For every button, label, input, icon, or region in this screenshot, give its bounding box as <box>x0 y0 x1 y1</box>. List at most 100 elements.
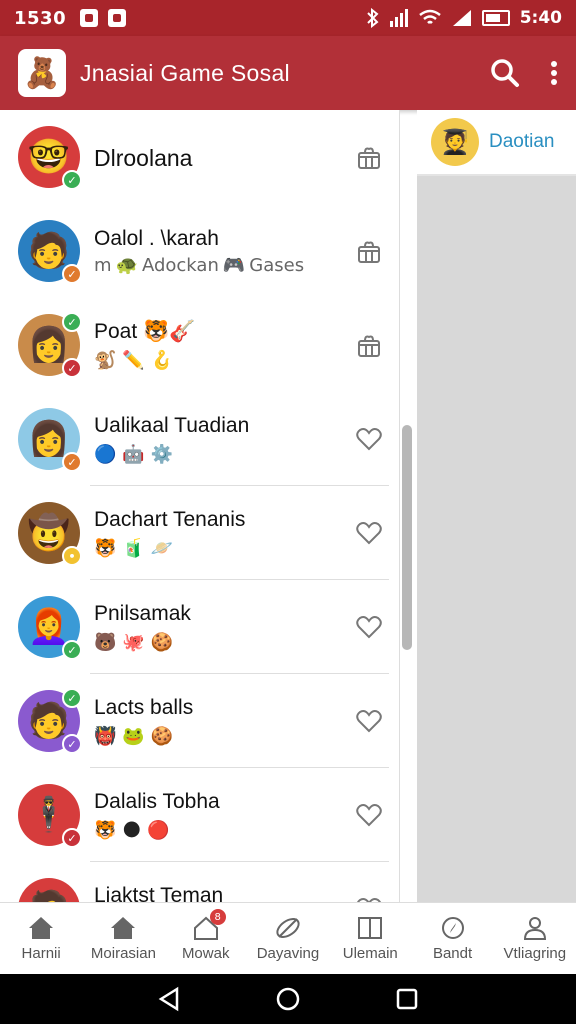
contact-name: Ualikaal Tuadian <box>94 413 250 437</box>
contact-name: Dlroolana <box>94 144 193 171</box>
search-icon[interactable] <box>490 58 520 88</box>
notification-icon <box>80 9 99 27</box>
game-tags: 🔵 🤖 ⚙️ <box>94 444 353 465</box>
camera-notification-icon <box>108 9 127 27</box>
rocket-icon <box>276 918 300 938</box>
tag-icon: ✏️ <box>122 349 145 371</box>
tag-icon: 🐒 <box>94 349 117 371</box>
book-icon <box>358 917 383 939</box>
verified-badge: ✓ <box>62 640 82 660</box>
contact-name: Poat 🐯🎸 <box>94 320 353 344</box>
more-vert-icon[interactable] <box>550 60 558 86</box>
name-emoji-icon: 🐯🎸 <box>143 319 196 343</box>
game-tags: 🐒 ✏️ 🪝 <box>94 350 353 371</box>
verified-badge: ✓ <box>62 688 82 708</box>
status-notification-icons <box>80 9 127 27</box>
heart-icon <box>356 522 382 545</box>
status-time: 1530 <box>14 7 67 29</box>
nav-item-mowak[interactable]: 8 Mowak <box>165 903 247 974</box>
tag-icon: 🐯 <box>94 537 117 559</box>
nav-item-dayaving[interactable]: Dayaving <box>247 903 329 974</box>
list-item[interactable]: 🕴️ ✓ Dalalis Tobha 🐯 🌑 🔴 <box>0 768 399 862</box>
favorite-button[interactable] <box>353 423 385 455</box>
status-badge: ✓ <box>62 828 82 848</box>
favorite-button[interactable] <box>353 705 385 737</box>
tag-icon: ⚙️ <box>150 443 174 465</box>
nav-label: Harnii <box>21 945 61 962</box>
avatar-emoji: 🕴️ <box>27 795 71 835</box>
favorite-button[interactable] <box>353 517 385 549</box>
avatar: 👩‍🦰 ✓ <box>18 596 82 660</box>
tag-icon: 🍪 <box>150 631 174 653</box>
heart-icon <box>356 804 382 827</box>
tag-icon: 🤖 <box>122 443 145 465</box>
gift-icon <box>358 147 380 169</box>
detail-header[interactable]: 🧑‍🎓 Daotian <box>417 110 576 176</box>
avatar-emoji: 🤠 <box>27 513 71 553</box>
game-tags: 🐯 🧃 🪐 <box>94 538 353 559</box>
favorite-button[interactable] <box>353 611 385 643</box>
list-item[interactable]: 🤠 • Dachart Tenanis 🐯 🧃 🪐 <box>0 486 399 580</box>
avatar: 🧑‍🎓 <box>431 118 479 166</box>
status-badge: • <box>62 546 82 566</box>
gift-button[interactable] <box>353 141 385 173</box>
avatar-emoji: 🧑 <box>28 889 70 902</box>
tag-icon: 🐸 <box>122 725 145 747</box>
nav-item-vtliagring[interactable]: Vtliagring <box>494 903 576 974</box>
verified-badge: ✓ <box>62 170 82 190</box>
gift-button[interactable] <box>353 329 385 361</box>
nav-label: Mowak <box>181 945 230 962</box>
app-title: Jnasiai Game Sosal <box>80 59 290 86</box>
turtle-icon: 🐢 <box>115 254 138 276</box>
home-icon <box>29 917 54 939</box>
recents-icon[interactable] <box>395 987 419 1011</box>
contact-list: 🤓 ✓ Dlroolana 🧑 ✓ Oalol . \karah m 🐢 Ado… <box>0 110 400 902</box>
subtitle-tag: Adockan <box>141 254 219 276</box>
back-icon[interactable] <box>157 986 181 1012</box>
avatar-emoji: 🧑 <box>27 701 71 741</box>
gift-button[interactable] <box>353 235 385 267</box>
wifi-icon <box>418 9 441 24</box>
game-tags: 🐻 🐙 🍪 <box>94 632 353 653</box>
nav-item-home[interactable]: Harnii <box>0 903 82 974</box>
tag-icon: 🐯 <box>94 819 117 841</box>
favorite-button[interactable] <box>353 799 385 831</box>
list-item[interactable]: 🧑 ✓ Liaktst Teman 🐯 ⚪ 🍪 <box>0 862 399 902</box>
contact-name-text: Poat <box>94 319 138 343</box>
home-circle-icon[interactable] <box>275 986 301 1012</box>
tag-icon: 🪐 <box>150 537 174 559</box>
avatar: 👩 ✓ <box>18 408 82 472</box>
notification-badge: 8 <box>209 909 226 925</box>
bottom-nav: Harnii Moirasian 8 Mowak Dayaving Ulemai… <box>0 902 576 974</box>
avatar: 🧑 ✓ <box>18 220 82 284</box>
tag-icon: 🧃 <box>122 537 145 559</box>
verified-badge: ✓ <box>62 312 82 332</box>
avatar-emoji: 🧑 <box>27 231 71 271</box>
nav-label: Moirasian <box>90 945 156 962</box>
nav-label: Dayaving <box>256 945 320 962</box>
list-item[interactable]: 🧑 ✓ ✓ Lacts balls 👹 🐸 🍪 <box>0 674 399 768</box>
list-item[interactable]: 👩‍🦰 ✓ Pnilsamak 🐻 🐙 🍪 <box>0 580 399 674</box>
scrollbar[interactable] <box>402 425 412 650</box>
status-right: 5:40 <box>366 8 562 28</box>
list-item[interactable]: 👩 ✓ Ualikaal Tuadian 🔵 🤖 ⚙️ <box>0 392 399 486</box>
list-item[interactable]: 🤓 ✓ Dlroolana <box>0 110 399 204</box>
tag-icon: 🍪 <box>150 725 174 747</box>
tag-icon: 🌑 <box>122 819 142 841</box>
nav-label: Bandt <box>432 945 473 962</box>
nav-item-moirasian[interactable]: Moirasian <box>82 903 164 974</box>
avatar-emoji: 👩 <box>27 419 71 459</box>
avatar-emoji: 👩‍🦰 <box>27 607 71 647</box>
nav-item-bandt[interactable]: Bandt <box>411 903 493 974</box>
app-bar: 🧸 Jnasiai Game Sosal <box>0 36 576 110</box>
contact-name: Dachart Tenanis <box>94 507 246 531</box>
nav-item-ulemain[interactable]: Ulemain <box>329 903 411 974</box>
favorite-button[interactable] <box>353 893 385 902</box>
list-item[interactable]: 🧑 ✓ Oalol . \karah m 🐢 Adockan 🎮 Gases <box>0 204 399 298</box>
list-item[interactable]: 👩 ✓ ✓ Poat 🐯🎸 🐒 ✏️ 🪝 <box>0 298 399 392</box>
tag-icon: 🪝 <box>150 349 174 371</box>
subtitle-prefix: m <box>94 254 112 276</box>
app-logo[interactable]: 🧸 <box>18 49 66 97</box>
contact-name: Dalalis Tobha <box>94 789 220 813</box>
gift-icon <box>358 241 380 263</box>
